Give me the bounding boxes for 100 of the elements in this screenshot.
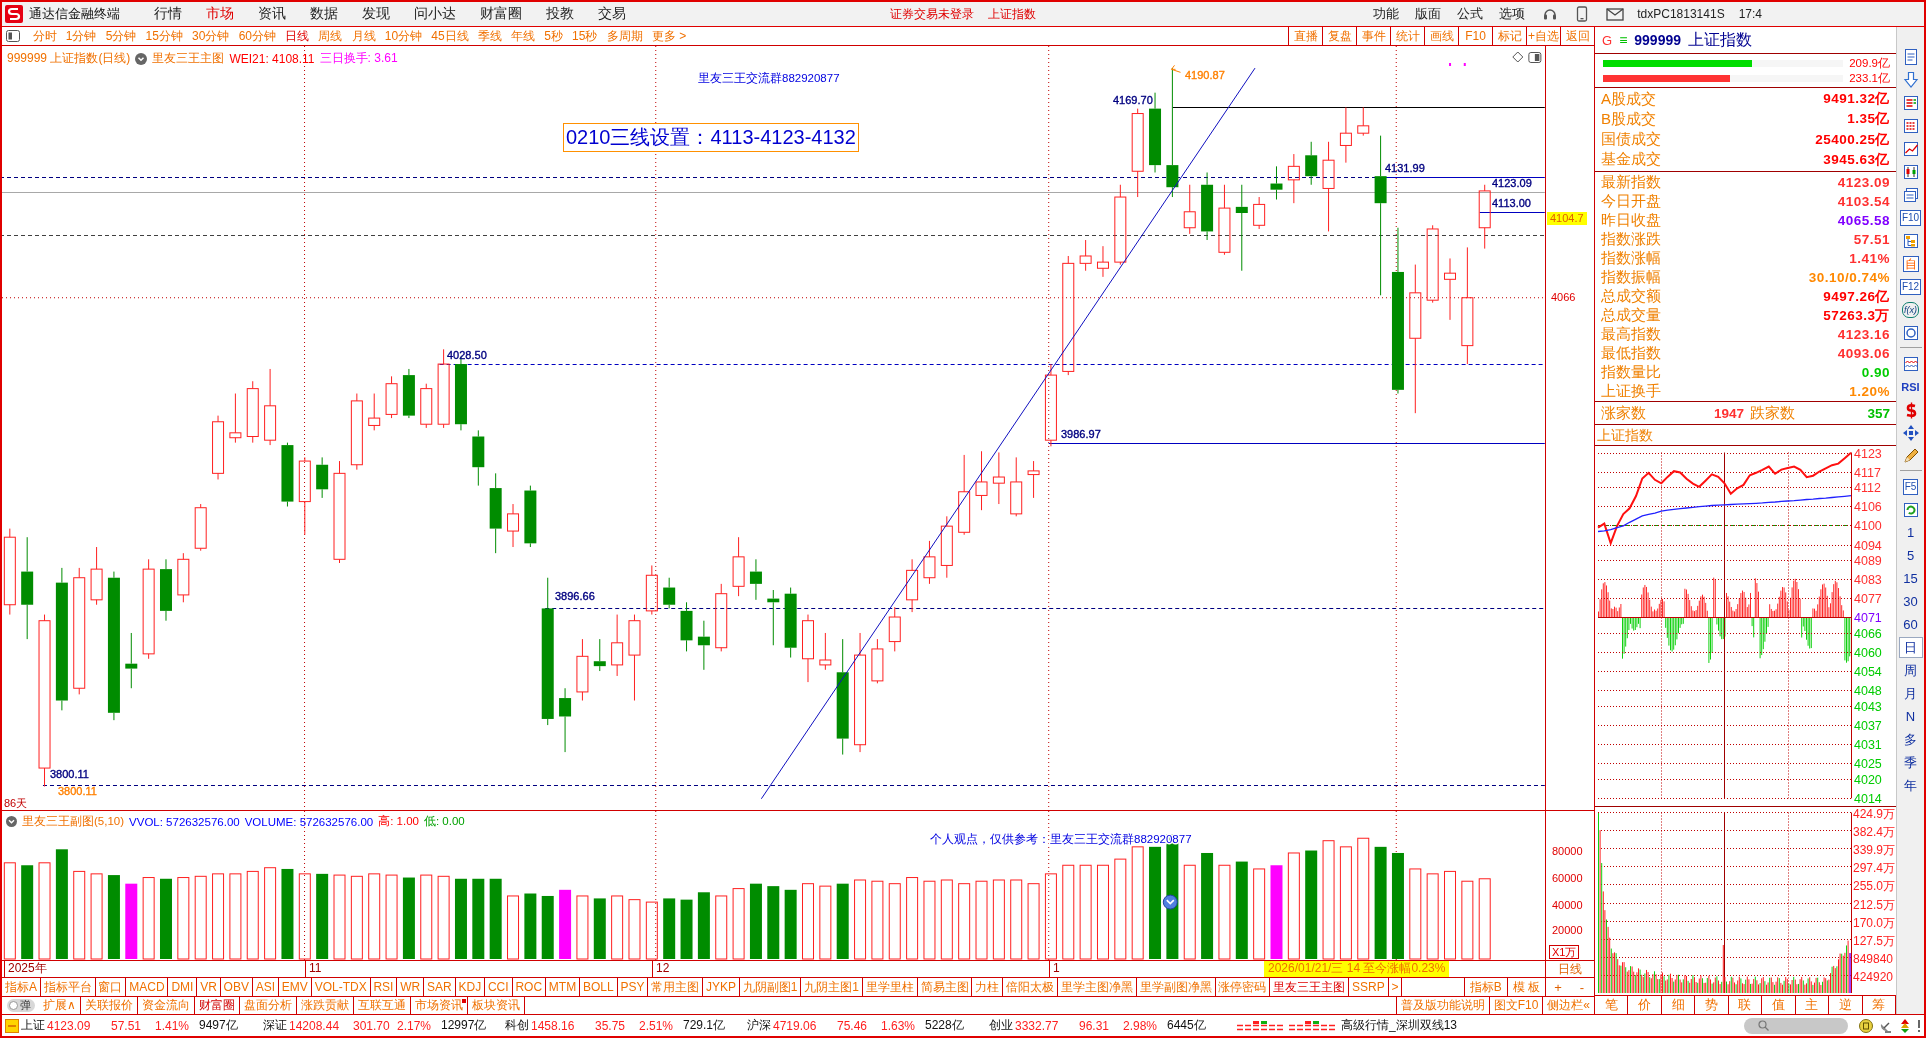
axis-label: 4025 <box>1854 757 1882 771</box>
market-amount: 9497亿 <box>199 1017 239 1034</box>
axis-label: 4037 <box>1854 719 1882 733</box>
axis-label: 339.9万 <box>1853 843 1896 857</box>
market-value: 4719.06 <box>773 1018 818 1033</box>
marker-glyph: G <box>1602 32 1613 48</box>
stat-label: B股成交 <box>1601 109 1656 129</box>
stat-value: 4123.09 <box>1837 175 1890 190</box>
axis-label: 170.0万 <box>1853 916 1896 930</box>
stat-value: 1947 <box>1714 405 1745 421</box>
market-amount: 5228亿 <box>925 1017 965 1034</box>
stat-label: 指数涨幅 <box>1601 249 1661 268</box>
stat-value: 1.35亿 <box>1847 110 1890 129</box>
market-amount: 729.1亿 <box>683 1017 727 1034</box>
market-percent: 2.98% <box>1123 1018 1159 1033</box>
market-percent: 2.17% <box>397 1018 433 1033</box>
cursor-date: 2026/01/21/三 14 至今涨幅0.23% <box>1264 961 1450 977</box>
flow-value: 233.1亿 <box>1849 70 1890 86</box>
stat-label: 跌家数 <box>1750 403 1796 423</box>
market-percent: 1.41% <box>155 1018 191 1033</box>
stat-label: 总成交额 <box>1601 287 1661 306</box>
stat-value: 4103.54 <box>1837 194 1890 209</box>
stat-label: 指数涨跌 <box>1601 230 1661 249</box>
stat-value: 9497.26亿 <box>1823 287 1890 306</box>
market-change: 75.46 <box>837 1018 869 1033</box>
chart-title: 上证指数 <box>1595 425 1896 446</box>
market-name: 沪深 <box>747 1017 772 1034</box>
market-value: 4123.09 <box>47 1018 92 1033</box>
unit-label: X1万 <box>1549 945 1580 959</box>
axis-label: 4106 <box>1854 500 1882 514</box>
stat-label: 指数振幅 <box>1601 268 1661 287</box>
axis-label: 212.5万 <box>1853 898 1896 912</box>
axis-label: 4066 <box>1551 291 1576 303</box>
price-label: 4113.00 <box>1492 197 1531 209</box>
market-name: 科创 <box>505 1017 530 1034</box>
market-amount: 6445亿 <box>1167 1017 1207 1034</box>
indicator-readout: 高: 1.00 <box>378 814 419 829</box>
axis-label: 4094 <box>1854 539 1882 553</box>
axis-label: 4123 <box>1854 447 1882 461</box>
stat-value: 0.90 <box>1861 365 1890 380</box>
market-value: 14208.44 <box>289 1018 341 1033</box>
stat-value: 57.51 <box>1853 232 1890 247</box>
stat-label: 上证换手 <box>1601 382 1661 401</box>
indicator-readout: VOLUME: 572632576.00 <box>244 815 374 828</box>
stat-value: 4093.06 <box>1837 346 1890 361</box>
stat-label: A股成交 <box>1601 89 1656 109</box>
stat-label: 最低指数 <box>1601 344 1661 363</box>
market-value: 3332.77 <box>1015 1018 1060 1033</box>
stat-label: 总成交量 <box>1601 306 1661 325</box>
stat-label: 昨日收盘 <box>1601 211 1661 230</box>
axis-label: 849840 <box>1853 952 1894 966</box>
stat-value: 57263.3万 <box>1823 306 1890 325</box>
stat-value: 1.20% <box>1849 384 1890 399</box>
stat-value: 3945.63亿 <box>1823 150 1890 169</box>
market-name: 创业 <box>989 1017 1014 1034</box>
axis-label: 40000 <box>1552 899 1583 911</box>
axis-label: 80000 <box>1552 845 1583 857</box>
axis-label: 424920 <box>1853 970 1894 984</box>
stat-label: 指数量比 <box>1601 363 1661 382</box>
axis-label: 382.4万 <box>1853 825 1896 839</box>
indicator-readout: VVOL: 572632576.00 <box>129 815 240 828</box>
axis-label: 4117 <box>1854 466 1881 480</box>
day-count: 86天 <box>4 797 28 809</box>
axis-label: 4112 <box>1854 481 1881 495</box>
stat-value: 1.41% <box>1849 251 1890 266</box>
axis-label: 255.0万 <box>1853 879 1896 893</box>
security-name: 上证指数 <box>1688 29 1752 50</box>
stat-label: 国债成交 <box>1601 130 1661 150</box>
market-amount: 12997亿 <box>441 1017 488 1034</box>
market-change: 301.70 <box>353 1018 391 1033</box>
market-name: 深证 <box>263 1017 288 1034</box>
date-label: 11 <box>305 961 322 977</box>
axis-label: 424.9万 <box>1853 807 1896 821</box>
axis-label: 297.4万 <box>1853 861 1896 875</box>
stat-value: 9491.32亿 <box>1823 90 1890 109</box>
date-label: 12 <box>652 961 670 977</box>
market-percent: 2.51% <box>639 1018 675 1033</box>
axis-label: 4089 <box>1854 554 1882 568</box>
app-title: 通达信金融终端 <box>29 5 120 23</box>
login-notice: 证券交易未登录 <box>890 5 974 23</box>
axis-label: 4083 <box>1854 573 1882 587</box>
price-label: 3800.11 <box>58 785 97 797</box>
axis-label: 4077 <box>1854 592 1882 606</box>
price-label: 4123.09 <box>1492 177 1532 189</box>
axis-label: 4066 <box>1854 627 1882 641</box>
chart-title: 999999 上证指数(日线) <box>7 50 131 67</box>
axis-label: 4048 <box>1854 684 1882 698</box>
date-label: 2025年 <box>4 961 47 977</box>
market-change: 96.31 <box>1079 1018 1111 1033</box>
cursor-price: 4104.7 <box>1547 212 1587 225</box>
market-change: 57.51 <box>111 1018 143 1033</box>
axis-label: 4031 <box>1854 738 1882 752</box>
market-percent: 1.63% <box>881 1018 917 1033</box>
axis-label: 20000 <box>1552 924 1583 936</box>
security-code: 999999 <box>1634 32 1681 48</box>
stat-value: 4123.16 <box>1837 327 1890 342</box>
stat-value: 357 <box>1867 405 1890 421</box>
clock-time: 17:4 <box>1738 7 1762 21</box>
indicator-readout: 三日换手: 3.61 <box>319 50 398 67</box>
axis-label: 4014 <box>1854 792 1882 806</box>
